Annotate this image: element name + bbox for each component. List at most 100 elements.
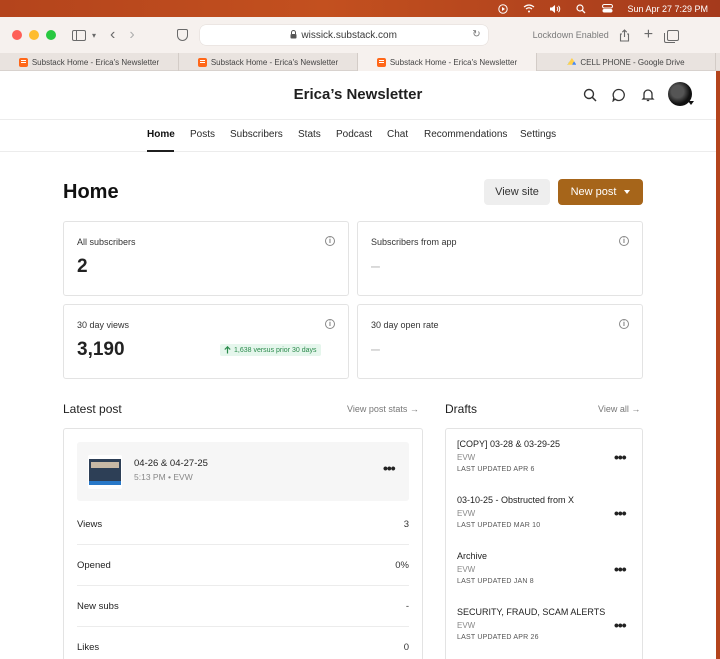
reload-icon[interactable]: ↻ [472,29,480,40]
search-icon[interactable] [583,88,597,102]
browser-toolbar: ▾ ‹ › wissick.substack.com ↻ Lockdown En… [0,17,720,53]
chevron-down-icon[interactable]: ▾ [92,31,96,40]
bell-icon[interactable] [641,88,655,102]
control-center-icon[interactable] [601,4,613,14]
menubar-clock[interactable]: Sun Apr 27 7:29 PM [627,4,708,14]
site-header: Erica’s Newsletter [0,71,716,119]
metric-row-likes: Likes 0 [77,627,409,659]
info-icon[interactable]: i [619,319,629,329]
caret-down-icon[interactable] [688,101,694,105]
metric-row-new-subs: New subs - [77,586,409,627]
tab-podcast[interactable]: Podcast [336,129,372,140]
privacy-shield-icon[interactable] [176,29,188,41]
view-site-button[interactable]: View site [484,179,550,205]
stat-card-30-day-views[interactable]: 30 day views i 3,190 1,638 versus prior … [63,304,349,379]
forward-arrow-icon[interactable]: › [129,26,134,44]
browser-tab-label: Substack Home - Erica's Newsletter [31,57,160,67]
address-bar[interactable]: wissick.substack.com ↻ [199,25,488,45]
post-title: 04-26 & 04-27-25 [134,458,208,469]
metric-label: New subs [77,601,119,612]
post-meta: 5:13 PM • EVW [134,472,193,482]
drafts-heading: Drafts [445,402,478,416]
url-text: wissick.substack.com [301,29,397,41]
new-post-label: New post [570,186,617,198]
draft-item[interactable]: Archive EVW LAST UPDATED JAN 8 [457,551,632,607]
substack-icon [376,57,386,67]
substack-icon [18,57,28,67]
tab-subscribers[interactable]: Subscribers [230,129,283,140]
draft-updated: LAST UPDATED MAR 10 [457,522,541,529]
browser-tab-4[interactable]: CELL PHONE - Google Drive [537,53,716,71]
sidebar-toggle-icon[interactable] [72,29,86,41]
tab-chat[interactable]: Chat [387,129,408,140]
more-options-icon[interactable]: ••• [614,617,627,633]
view-all-drafts-link[interactable]: View all → [598,404,640,414]
new-tab-plus-icon[interactable]: + [644,26,653,44]
draft-item[interactable]: SECURITY, FRAUD, SCAM ALERTS EVW LAST UP… [457,607,632,659]
growth-text: 1,638 versus prior 30 days [234,346,317,354]
lockdown-mode-label: Lockdown Enabled [532,30,609,40]
tab-home[interactable]: Home [147,129,175,140]
wifi-icon[interactable] [523,4,535,14]
info-icon[interactable]: i [325,319,335,329]
view-post-stats-label: View post stats [347,404,408,414]
arrow-up-icon [224,346,231,354]
stat-card-30-day-open-rate[interactable]: 30 day open rate i – [357,304,643,379]
stat-value: – [371,258,380,275]
more-options-icon[interactable]: ••• [614,561,627,577]
chat-bubble-icon[interactable] [612,88,626,103]
stat-value: – [371,341,380,358]
metric-label: Likes [77,642,100,653]
info-icon[interactable]: i [325,236,335,246]
stat-card-subscribers-from-app[interactable]: Subscribers from app i – [357,221,643,296]
share-icon[interactable] [619,28,630,42]
browser-tab-label: Substack Home - Erica's Newsletter [389,57,518,67]
zoom-window-button[interactable] [46,30,56,40]
site-title[interactable]: Erica’s Newsletter [0,86,716,103]
play-circle-icon[interactable] [497,3,509,14]
draft-author: EVW [457,453,476,462]
post-thumbnail [88,455,122,489]
window-controls [12,30,56,40]
draft-title: [COPY] 03-28 & 03-29-25 [457,439,561,449]
stat-label: 30 day views [77,320,130,330]
window-edge [716,71,720,659]
browser-tab-3-active[interactable]: Substack Home - Erica's Newsletter [358,53,537,71]
tab-posts[interactable]: Posts [190,129,215,140]
substack-icon [197,57,207,67]
browser-tab-strip: Substack Home - Erica's Newsletter Subst… [0,53,720,71]
draft-title: SECURITY, FRAUD, SCAM ALERTS [457,607,606,617]
close-window-button[interactable] [12,30,22,40]
draft-item[interactable]: [COPY] 03-28 & 03-29-25 EVW LAST UPDATED… [457,439,632,495]
growth-badge: 1,638 versus prior 30 days [220,344,321,356]
latest-post-heading: Latest post [63,402,122,416]
metric-row-opened: Opened 0% [77,545,409,586]
metric-label: Opened [77,560,111,571]
more-options-icon[interactable]: ••• [614,449,627,465]
back-arrow-icon[interactable]: ‹ [110,26,115,44]
metric-label: Views [77,519,103,530]
view-post-stats-link[interactable]: View post stats → [347,404,419,414]
info-icon[interactable]: i [619,236,629,246]
new-post-button[interactable]: New post [558,179,643,205]
tab-stats[interactable]: Stats [298,129,321,140]
tab-settings[interactable]: Settings [520,129,556,140]
substack-dashboard-page: Erica’s Newsletter Home Posts Subscriber… [0,71,716,659]
spotlight-search-icon[interactable] [575,3,587,14]
more-options-icon[interactable]: ••• [383,460,396,476]
volume-icon[interactable] [549,4,561,14]
metric-value: - [405,601,409,612]
browser-tab-2[interactable]: Substack Home - Erica's Newsletter [179,53,358,71]
draft-item[interactable]: 03-10-25 - Obstructed from X EVW LAST UP… [457,495,632,551]
stat-card-all-subscribers[interactable]: All subscribers i 2 [63,221,349,296]
tab-overview-icon[interactable] [664,29,680,43]
minimize-window-button[interactable] [29,30,39,40]
stat-value: 2 [77,256,88,277]
browser-tab-1[interactable]: Substack Home - Erica's Newsletter [0,53,179,71]
tab-recommendations[interactable]: Recommendations [424,129,507,140]
latest-post-row[interactable]: 04-26 & 04-27-25 5:13 PM • EVW ••• [77,442,409,501]
draft-author: EVW [457,565,476,574]
more-options-icon[interactable]: ••• [614,505,627,521]
stat-label: 30 day open rate [371,320,439,330]
stat-label: Subscribers from app [371,237,457,247]
